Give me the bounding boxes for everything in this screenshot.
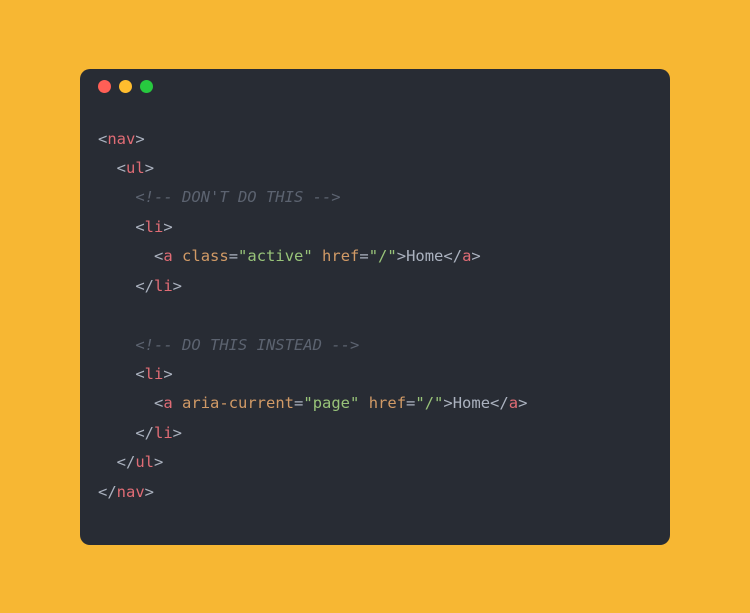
tag-li: li bbox=[145, 365, 164, 383]
punc-gt: > bbox=[173, 277, 182, 295]
punc-eq: = bbox=[406, 394, 415, 412]
text-home: Home bbox=[406, 247, 443, 265]
tag-a: a bbox=[163, 394, 172, 412]
punc-lt: < bbox=[154, 394, 163, 412]
tag-li: li bbox=[145, 218, 164, 236]
str-slash: "/" bbox=[369, 247, 397, 265]
punc-ltsl: </ bbox=[443, 247, 462, 265]
punc-gt: > bbox=[163, 218, 172, 236]
punc-eq: = bbox=[229, 247, 238, 265]
punc-gt: > bbox=[397, 247, 406, 265]
text-home: Home bbox=[453, 394, 490, 412]
punc-gt: > bbox=[145, 483, 154, 501]
tag-li-close: li bbox=[154, 424, 173, 442]
punc-lt: < bbox=[154, 247, 163, 265]
punc-ltsl: </ bbox=[117, 453, 136, 471]
punc-ltsl: </ bbox=[135, 277, 154, 295]
punc-gt: > bbox=[145, 159, 154, 177]
punc-gt: > bbox=[154, 453, 163, 471]
code-block: <nav> <ul> <!-- DON'T DO THIS --> <li> <… bbox=[80, 105, 670, 545]
minimize-icon[interactable] bbox=[119, 80, 132, 93]
tag-nav: nav bbox=[107, 130, 135, 148]
attr-class: class bbox=[182, 247, 229, 265]
punc-eq: = bbox=[359, 247, 368, 265]
tag-ul: ul bbox=[126, 159, 145, 177]
tag-a-close: a bbox=[509, 394, 518, 412]
maximize-icon[interactable] bbox=[140, 80, 153, 93]
tag-nav-close: nav bbox=[117, 483, 145, 501]
comment-do: <!-- DO THIS INSTEAD --> bbox=[135, 336, 359, 354]
punc-lt: < bbox=[98, 130, 107, 148]
attr-href: href bbox=[369, 394, 406, 412]
punc-ltsl: </ bbox=[135, 424, 154, 442]
str-active: "active" bbox=[238, 247, 313, 265]
str-slash: "/" bbox=[415, 394, 443, 412]
tag-li-close: li bbox=[154, 277, 173, 295]
attr-href: href bbox=[322, 247, 359, 265]
comment-dont: <!-- DON'T DO THIS --> bbox=[135, 188, 340, 206]
punc-gt: > bbox=[471, 247, 480, 265]
attr-aria-current: aria-current bbox=[182, 394, 294, 412]
punc-lt: < bbox=[135, 365, 144, 383]
window-titlebar bbox=[80, 69, 670, 105]
code-window: <nav> <ul> <!-- DON'T DO THIS --> <li> <… bbox=[80, 69, 670, 545]
tag-ul-close: ul bbox=[135, 453, 154, 471]
punc-lt: < bbox=[135, 218, 144, 236]
punc-ltsl: </ bbox=[490, 394, 509, 412]
punc-lt: < bbox=[117, 159, 126, 177]
str-page: "page" bbox=[303, 394, 359, 412]
punc-gt: > bbox=[163, 365, 172, 383]
punc-gt: > bbox=[135, 130, 144, 148]
punc-ltsl: </ bbox=[98, 483, 117, 501]
punc-gt: > bbox=[518, 394, 527, 412]
punc-gt: > bbox=[173, 424, 182, 442]
tag-a: a bbox=[163, 247, 172, 265]
punc-eq: = bbox=[294, 394, 303, 412]
close-icon[interactable] bbox=[98, 80, 111, 93]
punc-gt: > bbox=[443, 394, 452, 412]
tag-a-close: a bbox=[462, 247, 471, 265]
